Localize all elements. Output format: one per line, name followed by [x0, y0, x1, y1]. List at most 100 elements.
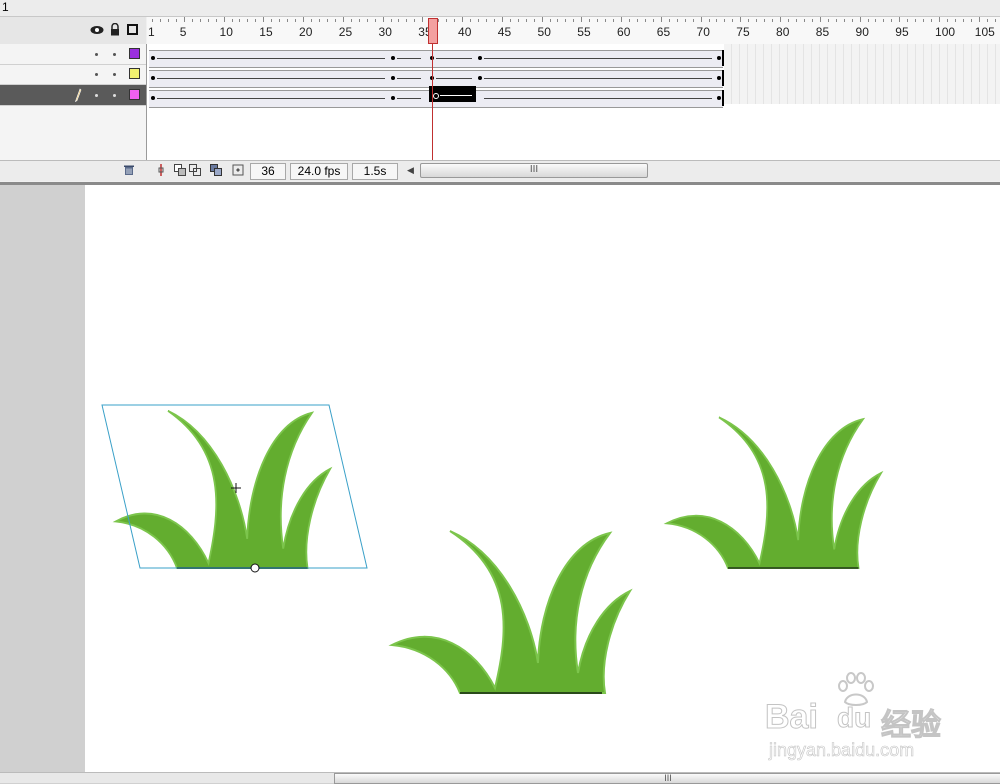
ruler-label: 80	[776, 25, 790, 39]
ruler-tick	[382, 17, 384, 22]
frames-grid[interactable]	[147, 44, 1000, 160]
ruler-tick	[549, 19, 551, 22]
ruler-tick	[907, 19, 909, 22]
ruler-tick	[533, 19, 535, 22]
ruler-tick	[708, 19, 710, 22]
ruler-tick	[883, 19, 885, 22]
timeline-scrollbar-thumb[interactable]: III	[420, 163, 648, 178]
playhead[interactable]	[428, 18, 438, 44]
ruler-tick	[875, 19, 877, 22]
layer-outline-color[interactable]	[129, 48, 140, 59]
tween-arrow	[157, 78, 385, 79]
ruler-tick	[342, 17, 344, 22]
ruler-label: 10	[219, 25, 233, 39]
keyframe[interactable]	[478, 76, 482, 80]
frame-row-active[interactable]	[147, 88, 1000, 108]
grass-clump-selected[interactable]	[114, 409, 331, 569]
ruler-tick	[167, 19, 169, 22]
ruler-tick	[644, 19, 646, 22]
ruler-tick	[311, 19, 312, 22]
ruler-tick	[811, 19, 813, 22]
watermark: Bai du 经验 jingyan.baidu.com	[765, 672, 995, 767]
keyframe[interactable]	[151, 56, 155, 60]
ruler-tick	[318, 19, 320, 22]
ruler-tick	[295, 19, 297, 22]
ruler-label: 100	[935, 25, 956, 39]
modify-markers-icon[interactable]	[232, 164, 244, 176]
ruler-tick	[271, 19, 273, 22]
current-frame-display: 36	[250, 163, 286, 180]
ruler-tick	[788, 19, 789, 22]
playhead-line	[432, 44, 433, 160]
transform-point[interactable]	[250, 563, 260, 573]
ruler-tick	[541, 17, 543, 22]
keyframe[interactable]	[478, 56, 482, 60]
scroll-left-icon[interactable]: ◀	[407, 165, 414, 176]
frame-ruler[interactable]: 1 5 10 15 20 25 30 35 40 45 50 55 60 65 70 75 80 85 90 95 10…	[147, 17, 1000, 45]
onion-skin-icon[interactable]	[174, 164, 186, 176]
ruler-tick	[803, 19, 805, 22]
keyframe[interactable]	[717, 56, 721, 60]
edit-multiple-frames-icon[interactable]	[210, 164, 222, 176]
keyframe[interactable]	[717, 96, 721, 100]
ruler-tick	[867, 19, 869, 22]
ruler-tick	[152, 19, 153, 22]
center-frame-icon[interactable]	[155, 164, 167, 176]
lock-dot[interactable]	[113, 53, 116, 56]
ruler-tick	[525, 19, 527, 22]
outline-icon[interactable]	[127, 24, 138, 35]
grass-clump[interactable]	[665, 416, 882, 569]
tween-arrow	[397, 58, 421, 59]
layer-row[interactable]	[0, 44, 146, 65]
layer-row[interactable]	[0, 64, 146, 85]
ruler-tick	[517, 19, 519, 22]
ruler-tick	[422, 17, 424, 22]
frame-row[interactable]	[147, 48, 1000, 68]
ruler-tick	[716, 19, 718, 22]
ruler-tick	[986, 19, 988, 22]
keyframe[interactable]	[433, 93, 439, 99]
lock-icon[interactable]	[110, 22, 120, 36]
ruler-tick	[851, 19, 853, 22]
selected-frames[interactable]	[429, 86, 476, 102]
keyframe[interactable]	[151, 76, 155, 80]
keyframe[interactable]	[391, 96, 395, 100]
layer-outline-color[interactable]	[129, 89, 140, 100]
ruler-tick	[843, 19, 845, 22]
visibility-dot[interactable]	[95, 94, 98, 97]
lock-dot[interactable]	[113, 94, 116, 97]
ruler-tick	[454, 19, 456, 22]
ruler-tick	[629, 19, 630, 22]
onion-skin-outline-icon[interactable]	[189, 164, 201, 176]
eye-icon[interactable]	[90, 25, 104, 35]
tween-span	[149, 50, 723, 68]
layer-row-active[interactable]	[0, 85, 146, 106]
ruler-tick	[994, 19, 996, 22]
visibility-dot[interactable]	[95, 73, 98, 76]
layer-outline-color[interactable]	[129, 68, 140, 79]
keyframe[interactable]	[391, 76, 395, 80]
ruler-tick	[819, 17, 821, 22]
keyframe[interactable]	[717, 76, 721, 80]
frame-row[interactable]	[147, 68, 1000, 88]
lock-dot[interactable]	[113, 73, 116, 76]
stage-scrollbar-thumb[interactable]: III	[334, 773, 1000, 784]
keyframe[interactable]	[391, 56, 395, 60]
trash-icon[interactable]	[122, 164, 136, 176]
ruler-tick	[684, 19, 686, 22]
ruler-tick	[859, 17, 861, 22]
ruler-tick	[406, 19, 408, 22]
layers-header	[0, 17, 146, 45]
ruler-tick	[183, 17, 185, 22]
keyframe[interactable]	[151, 96, 155, 100]
ruler-tick	[899, 17, 901, 22]
visibility-dot[interactable]	[95, 53, 98, 56]
ruler-tick	[231, 19, 233, 22]
grass-clump[interactable]	[391, 530, 631, 694]
frame-end	[722, 50, 724, 66]
ruler-label: 75	[736, 25, 750, 39]
ruler-label: 95	[895, 25, 909, 39]
frame-rate-display[interactable]: 24.0 fps	[290, 163, 348, 180]
ruler-tick	[915, 19, 917, 22]
ruler-tick	[493, 19, 495, 22]
